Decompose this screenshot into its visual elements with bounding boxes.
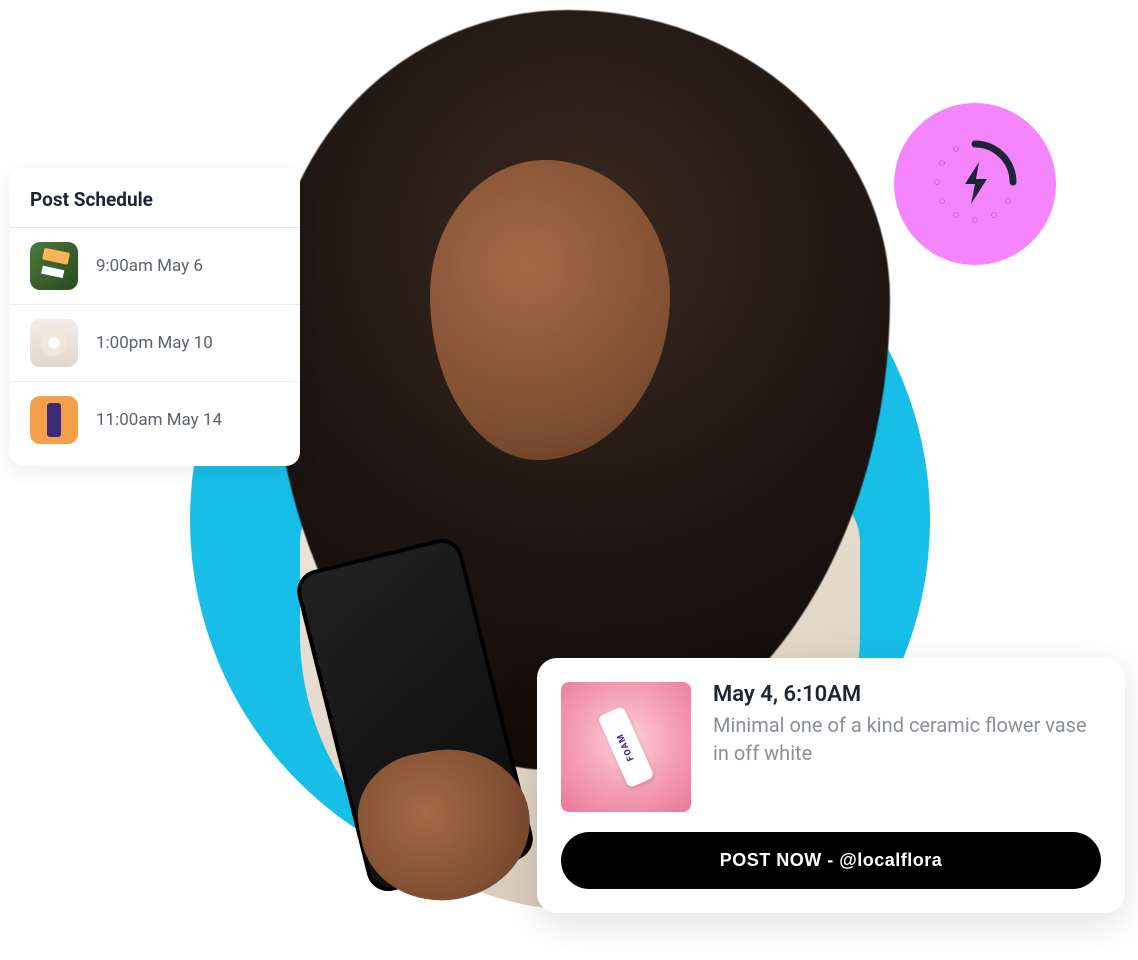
post-date: May 4, 6:10AM xyxy=(713,682,1101,707)
post-schedule-title: Post Schedule xyxy=(10,184,300,228)
schedule-row[interactable]: 9:00am May 6 xyxy=(10,228,300,305)
post-schedule-card: Post Schedule 9:00am May 6 1:00pm May 10… xyxy=(10,168,300,466)
post-thumbnail xyxy=(561,682,691,812)
schedule-thumbnail xyxy=(30,242,78,290)
schedule-thumbnail xyxy=(30,396,78,444)
schedule-row[interactable]: 1:00pm May 10 xyxy=(10,305,300,382)
schedule-thumbnail xyxy=(30,319,78,367)
schedule-time-label: 1:00pm May 10 xyxy=(96,333,213,353)
post-now-card: May 4, 6:10AM Minimal one of a kind cera… xyxy=(537,658,1125,913)
lightning-loading-icon xyxy=(925,132,1025,236)
post-now-button[interactable]: POST NOW - @localflora xyxy=(561,832,1101,889)
schedule-time-label: 11:00am May 14 xyxy=(96,410,222,430)
activity-badge xyxy=(894,103,1056,265)
schedule-time-label: 9:00am May 6 xyxy=(96,256,203,276)
post-description: Minimal one of a kind ceramic flower vas… xyxy=(713,711,1101,767)
schedule-row[interactable]: 11:00am May 14 xyxy=(10,382,300,458)
